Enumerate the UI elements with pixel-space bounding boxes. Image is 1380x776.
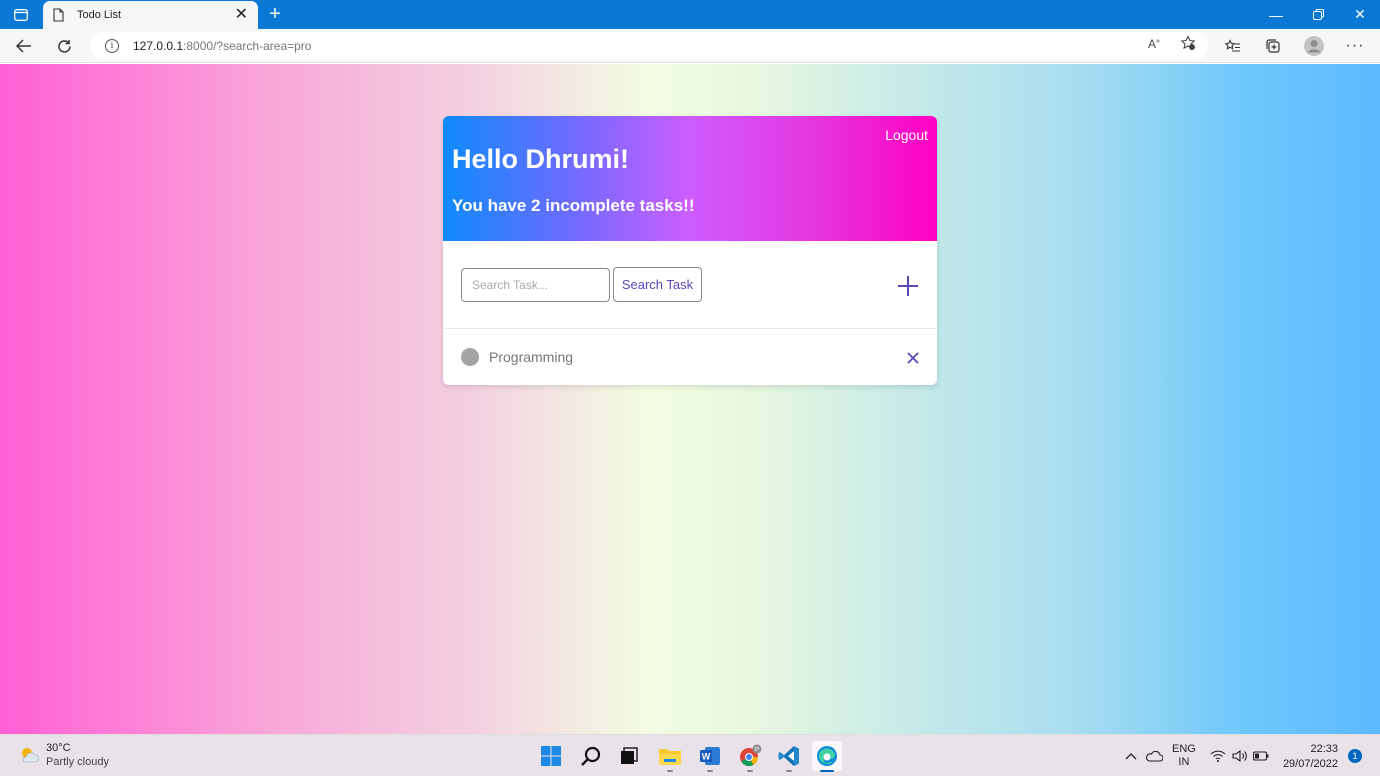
site-info-icon[interactable]: i (105, 39, 119, 53)
restore-icon[interactable] (1298, 0, 1338, 29)
weather-condition: Partly cloudy (46, 756, 109, 768)
language-indicator[interactable]: ENG IN (1172, 735, 1196, 776)
browser-titlebar: Todo List ✕ + — ✕ (0, 0, 1380, 29)
task-view-icon[interactable] (614, 741, 644, 771)
browser-toolbar: i 127.0.0.1:8000/?search-area=pro A» ··· (0, 29, 1380, 63)
refresh-icon[interactable] (52, 34, 76, 58)
minimize-icon[interactable]: — (1256, 0, 1296, 29)
task-incomplete-icon[interactable] (461, 348, 479, 366)
delete-task-icon[interactable] (907, 351, 919, 364)
file-explorer-icon[interactable] (655, 741, 685, 772)
tray-overflow-icon[interactable] (1125, 735, 1137, 776)
greeting-heading: Hello Dhrumi! (452, 144, 630, 174)
logout-link[interactable]: Logout (885, 127, 928, 143)
todo-card: Logout Hello Dhrumi! You have 2 incomple… (443, 116, 937, 385)
search-row: Search Task (443, 241, 937, 329)
add-task-icon[interactable] (897, 275, 919, 297)
more-menu-icon[interactable]: ··· (1343, 34, 1367, 58)
wifi-icon[interactable] (1210, 735, 1226, 776)
search-input[interactable] (461, 268, 610, 302)
edge-icon[interactable] (812, 741, 842, 772)
back-icon[interactable] (12, 34, 36, 58)
language-code: ENG (1172, 743, 1196, 755)
card-header: Logout Hello Dhrumi! You have 2 incomple… (443, 116, 937, 241)
page-background: Logout Hello Dhrumi! You have 2 incomple… (0, 64, 1380, 734)
chrome-icon[interactable]: P (735, 741, 765, 772)
task-row[interactable]: Programming (443, 329, 937, 385)
collections-icon[interactable] (1261, 34, 1285, 58)
favorite-add-icon[interactable] (1180, 35, 1196, 54)
clock-date: 29/07/2022 (1282, 758, 1338, 770)
svg-text:P: P (755, 748, 759, 754)
task-title[interactable]: Programming (489, 349, 573, 365)
search-icon[interactable] (576, 741, 606, 771)
region-code: IN (1178, 756, 1190, 768)
url-text: 127.0.0.1:8000/?search-area=pro (133, 39, 312, 53)
clock-time: 22:33 (1310, 743, 1338, 755)
tab-close-icon[interactable]: ✕ (235, 7, 248, 23)
onedrive-icon[interactable] (1145, 735, 1163, 776)
favorites-icon[interactable] (1221, 34, 1245, 58)
page-icon (53, 7, 67, 23)
start-icon[interactable] (536, 741, 566, 771)
word-icon[interactable]: W (695, 741, 725, 772)
search-button[interactable]: Search Task (613, 267, 702, 302)
close-window-icon[interactable]: ✕ (1340, 0, 1380, 29)
browser-tab[interactable]: Todo List ✕ (43, 1, 258, 29)
notification-badge[interactable]: 1 (1348, 749, 1362, 763)
clock[interactable]: 22:33 29/07/2022 (1283, 742, 1338, 772)
read-aloud-icon[interactable]: A» (1148, 37, 1160, 51)
partly-cloudy-icon (22, 748, 39, 763)
weather-temperature: 30°C (46, 742, 71, 754)
incomplete-count-text: You have 2 incomplete tasks!! (452, 196, 695, 215)
tab-title: Todo List (77, 9, 122, 21)
profile-avatar[interactable] (1302, 34, 1326, 58)
tab-actions-icon[interactable] (6, 5, 36, 25)
windows-taskbar: 30°C Partly cloudy W P ENG IN 22:33 29/0… (0, 734, 1380, 776)
volume-icon[interactable] (1232, 735, 1248, 776)
vscode-icon[interactable] (774, 741, 804, 772)
new-tab-icon[interactable]: + (265, 3, 285, 25)
address-bar[interactable]: i 127.0.0.1:8000/?search-area=pro A» (90, 32, 1208, 60)
svg-text:W: W (702, 752, 711, 762)
weather-widget[interactable]: 30°C Partly cloudy (18, 741, 109, 769)
battery-icon[interactable] (1253, 735, 1269, 776)
